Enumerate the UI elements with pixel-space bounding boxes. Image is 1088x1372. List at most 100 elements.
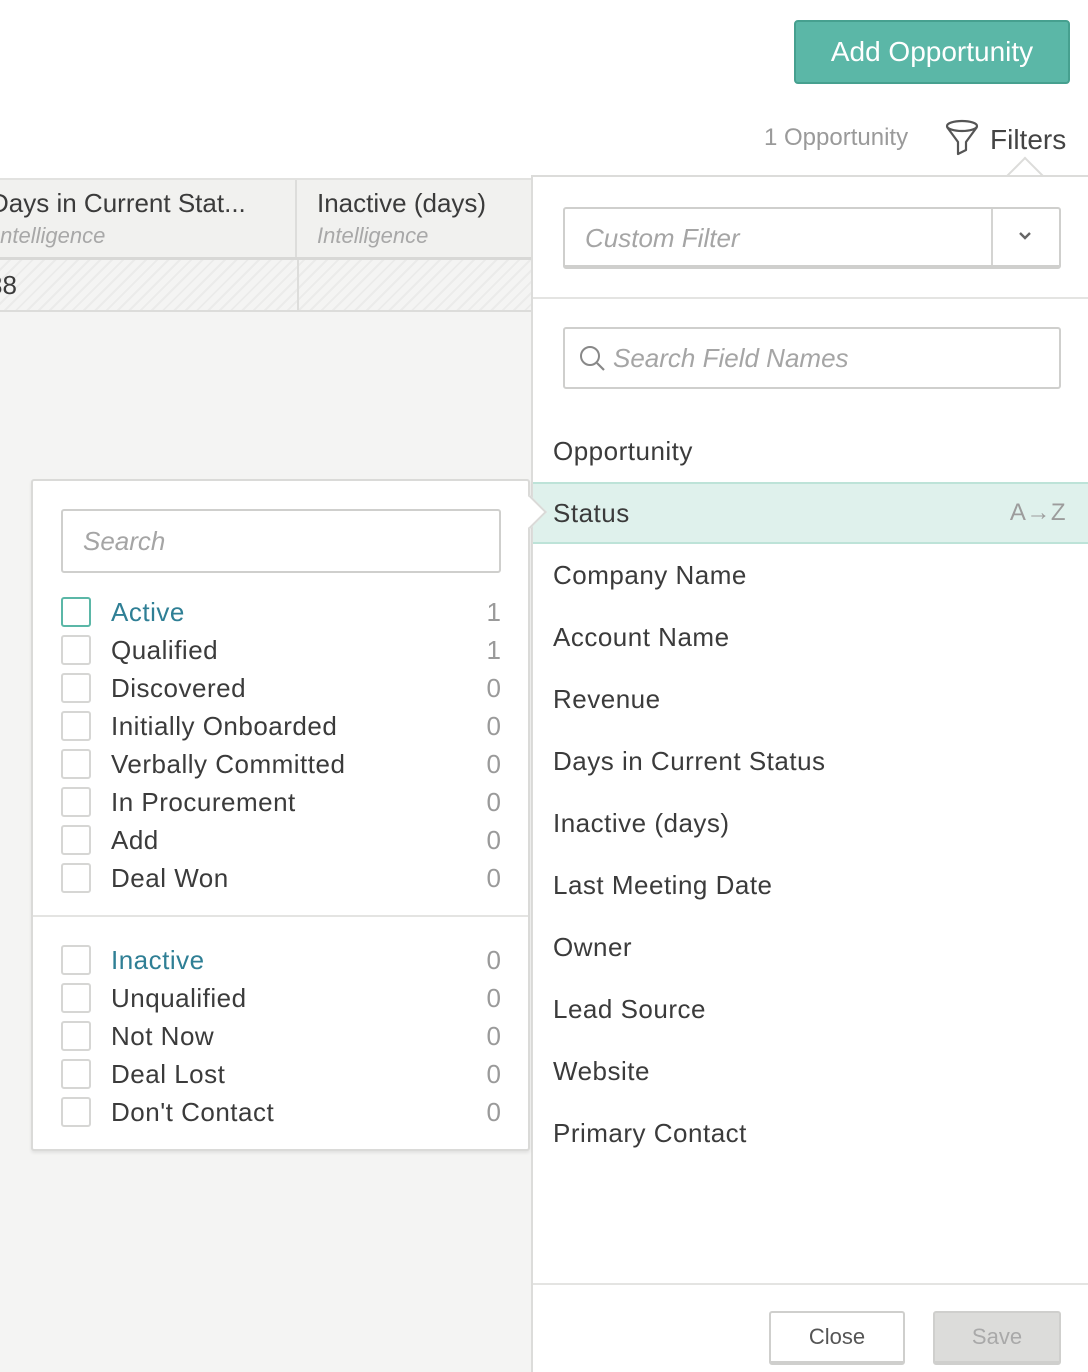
column-subtitle: Intelligence	[317, 223, 429, 248]
active-status-group: Active 1 Qualified 1 Discovered 0 Initia…	[61, 593, 501, 897]
field-label: Last Meeting Date	[553, 869, 773, 900]
opportunity-count: 1 Opportunity	[764, 124, 909, 151]
option-count: 0	[486, 1096, 501, 1127]
select-divider	[991, 209, 993, 265]
checkbox[interactable]	[61, 673, 91, 703]
option-count: 0	[486, 710, 501, 741]
option-label: Qualified	[111, 634, 219, 665]
option-label: Add	[111, 824, 159, 855]
field-item-revenue[interactable]: Revenue	[533, 668, 1088, 730]
field-label: Owner	[553, 931, 633, 962]
option-count: 0	[486, 944, 501, 975]
status-option-deal-won[interactable]: Deal Won 0	[61, 859, 501, 897]
option-label: In Procurement	[111, 786, 296, 817]
checkbox[interactable]	[61, 749, 91, 779]
column-title: Days in Current Stat...	[0, 188, 246, 218]
field-item-owner[interactable]: Owner	[533, 916, 1088, 978]
checkbox[interactable]	[61, 1097, 91, 1127]
checkbox[interactable]	[61, 787, 91, 817]
status-option-deal-lost[interactable]: Deal Lost 0	[61, 1055, 501, 1093]
field-item-last-meeting-date[interactable]: Last Meeting Date	[533, 854, 1088, 916]
option-label: Active	[111, 596, 185, 627]
option-label: Unqualified	[111, 982, 247, 1013]
status-filter-popover: Active 1 Qualified 1 Discovered 0 Initia…	[31, 479, 530, 1151]
field-item-days-in-current-status[interactable]: Days in Current Status	[533, 730, 1088, 792]
checkbox[interactable]	[61, 597, 91, 627]
status-option-active[interactable]: Active 1	[61, 593, 501, 631]
field-label: Company Name	[553, 559, 747, 590]
option-label: Deal Won	[111, 862, 229, 893]
field-item-account-name[interactable]: Account Name	[533, 606, 1088, 668]
status-option-in-procurement[interactable]: In Procurement 0	[61, 783, 501, 821]
custom-filter-select[interactable]: Custom Filter	[563, 207, 1061, 269]
checkbox[interactable]	[61, 825, 91, 855]
filter-panel: Custom Filter Opportunity Status A→Z Com…	[531, 175, 1088, 1372]
save-button[interactable]: Save	[933, 1311, 1061, 1365]
field-item-website[interactable]: Website	[533, 1040, 1088, 1102]
option-label: Discovered	[111, 672, 247, 703]
add-opportunity-button[interactable]: Add Opportunity	[794, 20, 1070, 84]
column-header-days-in-status[interactable]: Days in Current Stat... Intelligence	[0, 180, 297, 257]
field-search-box	[563, 327, 1061, 389]
status-search-box	[61, 509, 501, 573]
field-label: Account Name	[553, 621, 730, 652]
option-count: 0	[486, 786, 501, 817]
grid-header: Days in Current Stat... Intelligence Ina…	[0, 178, 531, 260]
option-count: 0	[486, 1058, 501, 1089]
option-label: Verbally Committed	[111, 748, 346, 779]
option-count: 0	[486, 982, 501, 1013]
column-divider	[297, 260, 299, 310]
column-header-inactive-days[interactable]: Inactive (days) Intelligence	[297, 180, 531, 257]
option-count: 0	[486, 748, 501, 779]
status-search-input[interactable]	[63, 511, 499, 571]
field-item-primary-contact[interactable]: Primary Contact	[533, 1102, 1088, 1164]
checkbox[interactable]	[61, 711, 91, 741]
option-label: Not Now	[111, 1020, 215, 1051]
field-list: Opportunity Status A→Z Company Name Acco…	[533, 420, 1088, 1164]
field-item-status[interactable]: Status A→Z	[533, 482, 1088, 544]
option-label: Inactive	[111, 944, 205, 975]
status-option-inactive[interactable]: Inactive 0	[61, 941, 501, 979]
status-option-qualified[interactable]: Qualified 1	[61, 631, 501, 669]
option-count: 1	[486, 596, 501, 627]
table-row[interactable]: 38	[0, 260, 531, 312]
checkbox[interactable]	[61, 1059, 91, 1089]
status-option-verbally-committed[interactable]: Verbally Committed 0	[61, 745, 501, 783]
status-option-add[interactable]: Add 0	[61, 821, 501, 859]
field-label: Days in Current Status	[553, 745, 826, 776]
status-option-initially-onboarded[interactable]: Initially Onboarded 0	[61, 707, 501, 745]
checkbox[interactable]	[61, 1021, 91, 1051]
sort-az-toggle[interactable]: A→Z	[1010, 499, 1066, 527]
field-item-inactive-days[interactable]: Inactive (days)	[533, 792, 1088, 854]
field-label: Website	[553, 1055, 650, 1086]
option-count: 1	[486, 634, 501, 665]
field-label: Opportunity	[553, 435, 693, 466]
field-label: Status	[553, 497, 630, 528]
filters-label: Filters	[990, 124, 1067, 155]
checkbox[interactable]	[61, 945, 91, 975]
top-bar: Add Opportunity 1 Opportunity Filters	[0, 0, 1088, 178]
option-label: Don't Contact	[111, 1096, 275, 1127]
field-item-lead-source[interactable]: Lead Source	[533, 978, 1088, 1040]
option-label: Deal Lost	[111, 1058, 226, 1089]
field-search-input[interactable]	[613, 329, 1053, 387]
column-title: Inactive (days)	[317, 188, 487, 218]
checkbox[interactable]	[61, 863, 91, 893]
status-option-dont-contact[interactable]: Don't Contact 0	[61, 1093, 501, 1131]
field-label: Lead Source	[553, 993, 706, 1024]
close-button[interactable]: Close	[769, 1311, 905, 1365]
status-option-not-now[interactable]: Not Now 0	[61, 1017, 501, 1055]
filters-toggle[interactable]: Filters	[944, 118, 1066, 162]
checkbox[interactable]	[61, 635, 91, 665]
search-icon	[579, 345, 607, 378]
divider	[533, 297, 1088, 299]
field-item-opportunity[interactable]: Opportunity	[533, 420, 1088, 482]
checkbox[interactable]	[61, 983, 91, 1013]
status-option-discovered[interactable]: Discovered 0	[61, 669, 501, 707]
field-item-company-name[interactable]: Company Name	[533, 544, 1088, 606]
option-count: 0	[486, 862, 501, 893]
option-count: 0	[486, 672, 501, 703]
status-option-unqualified[interactable]: Unqualified 0	[61, 979, 501, 1017]
chevron-down-icon[interactable]	[1017, 229, 1033, 247]
column-subtitle: Intelligence	[0, 223, 106, 248]
